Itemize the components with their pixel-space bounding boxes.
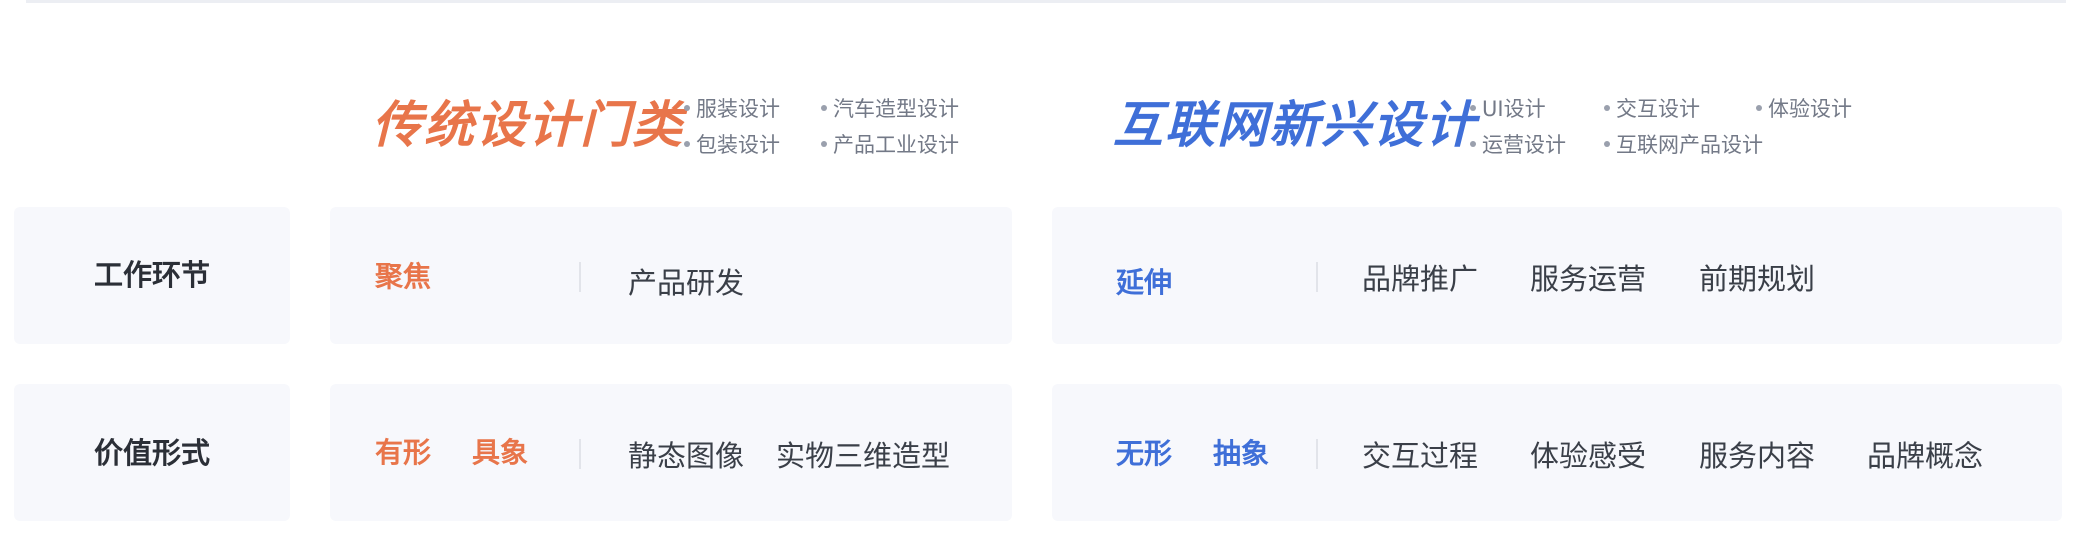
- internet-cell: 延伸 品牌推广 服务运营 前期规划: [1052, 207, 2062, 344]
- traditional-tag: 服装设计: [684, 92, 780, 126]
- cell-divider: [1316, 439, 1318, 469]
- traditional-cell: 有形 具象 静态图像 实物三维造型: [330, 384, 1012, 521]
- internet-keyword: 延伸: [1116, 266, 1173, 299]
- cell-divider: [1316, 262, 1318, 292]
- bullet-dot-icon: [684, 105, 690, 111]
- traditional-item: 产品研发: [628, 266, 745, 300]
- bullet-dot-icon: [1470, 105, 1476, 111]
- bullet-dot-icon: [821, 141, 827, 147]
- internet-item: 品牌推广: [1362, 262, 1479, 296]
- internet-item: 品牌概念: [1867, 439, 1984, 473]
- cell-divider: [579, 439, 581, 469]
- row-label: 工作环节: [94, 258, 211, 292]
- internet-item: 体验感受: [1530, 439, 1647, 473]
- bullet-dot-icon: [1604, 105, 1610, 111]
- traditional-tag: 产品工业设计: [821, 128, 959, 162]
- traditional-item: 实物三维造型: [776, 439, 951, 473]
- internet-cell: 无形 抽象 交互过程 体验感受 服务内容 品牌概念: [1052, 384, 2062, 521]
- internet-tag: 体验设计: [1756, 92, 1852, 126]
- row-label-card: 工作环节: [14, 207, 290, 344]
- traditional-item: 静态图像: [628, 439, 745, 473]
- internet-keyword: 无形: [1116, 437, 1173, 470]
- traditional-tag: 汽车造型设计: [821, 92, 959, 126]
- internet-item: 服务内容: [1699, 439, 1816, 473]
- bullet-dot-icon: [1756, 105, 1762, 111]
- internet-tag: 交互设计: [1604, 92, 1700, 126]
- bullet-dot-icon: [1604, 141, 1610, 147]
- bullet-dot-icon: [821, 105, 827, 111]
- bullet-dot-icon: [1470, 141, 1476, 147]
- bullet-dot-icon: [684, 141, 690, 147]
- row-label-card: 价值形式: [14, 384, 290, 521]
- row-label: 价值形式: [94, 436, 211, 470]
- traditional-cell: 聚焦 产品研发: [330, 207, 1012, 344]
- traditional-design-title: 传统设计门类: [372, 96, 684, 154]
- internet-tag: UI设计: [1470, 92, 1546, 126]
- internet-tag: 运营设计: [1470, 128, 1566, 162]
- internet-item: 前期规划: [1699, 262, 1816, 296]
- internet-keyword: 抽象: [1213, 437, 1270, 470]
- traditional-keyword: 聚焦: [375, 260, 432, 293]
- internet-design-title: 互联网新兴设计: [1113, 96, 1477, 154]
- top-divider: [26, 0, 2066, 3]
- internet-item: 交互过程: [1362, 439, 1479, 473]
- cell-divider: [579, 262, 581, 292]
- traditional-keyword: 具象: [472, 436, 529, 469]
- internet-item: 服务运营: [1530, 262, 1647, 296]
- traditional-tag: 包装设计: [684, 128, 780, 162]
- internet-tag: 互联网产品设计: [1604, 128, 1763, 162]
- traditional-keyword: 有形: [375, 436, 432, 469]
